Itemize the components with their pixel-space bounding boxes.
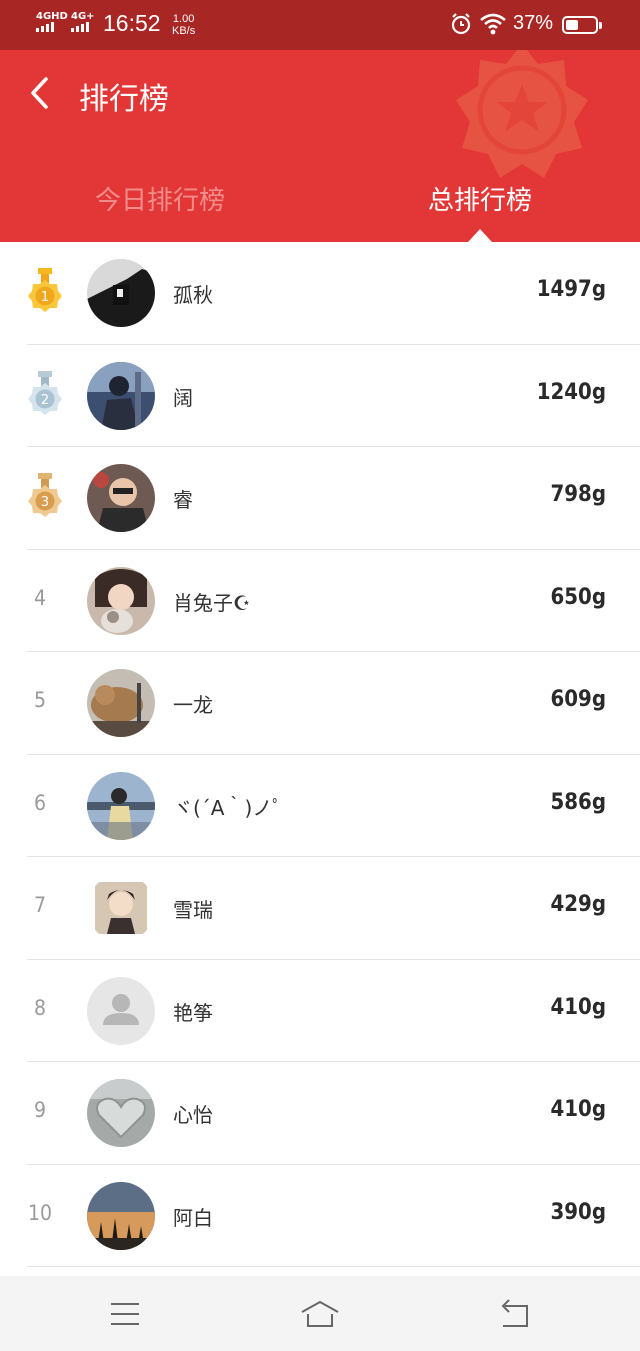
avatar[interactable] — [87, 464, 155, 532]
player-score: 1497g — [536, 277, 606, 302]
player-name: 孤秋 — [173, 283, 213, 307]
status-bar: 4GHD 4G+ 16:52 1.00 KB/s 37% — [0, 0, 640, 50]
player-score: 586g — [550, 789, 606, 815]
player-name: 雪瑞 — [173, 898, 213, 922]
wifi-icon — [480, 13, 506, 35]
tab-total-ranking[interactable]: 总排行榜 — [320, 180, 640, 217]
avatar[interactable] — [87, 1079, 155, 1147]
player-score: 798g — [550, 482, 606, 507]
network-speed: 1.00 KB/s — [172, 13, 195, 37]
clock: 16:52 — [103, 10, 161, 36]
back-icon[interactable] — [495, 1296, 535, 1332]
ranking-row[interactable]: 1 孤秋 1497g — [0, 242, 640, 345]
menu-icon[interactable] — [105, 1296, 145, 1332]
gold-medal-icon: 1 — [28, 268, 62, 312]
ranking-row[interactable]: 5 一龙 609g — [0, 652, 640, 755]
avatar[interactable] — [87, 976, 155, 1045]
avatar[interactable] — [87, 771, 155, 840]
player-score: 410g — [550, 1097, 606, 1122]
ranking-row[interactable]: 6 ヾ(´A｀)ノﾟ 586g — [0, 755, 640, 857]
ranking-row[interactable]: 2 阔 1240g — [0, 345, 640, 447]
player-score: 410g — [550, 994, 606, 1020]
player-score: 390g — [550, 1199, 606, 1225]
ranking-row[interactable]: 10 阿白 390g — [0, 1165, 640, 1267]
rank-number: 5 — [33, 688, 47, 712]
avatar[interactable] — [87, 259, 155, 327]
default-avatar-icon — [87, 976, 155, 1045]
avatar[interactable] — [87, 1181, 155, 1250]
player-score: 650g — [550, 584, 606, 610]
ranking-row[interactable]: 9 心怡 410g — [0, 1062, 640, 1165]
home-icon[interactable] — [300, 1296, 340, 1332]
page-title: 排行榜 — [79, 82, 169, 117]
ranking-list: 1 孤秋 1497g 2 阔 1240g 3 睿 798g 4 肖兔子☪ 650… — [0, 242, 640, 1267]
network-type-2: 4G+ — [71, 11, 95, 22]
bronze-medal-icon: 3 — [28, 473, 62, 517]
medal-rank-text: 2 — [41, 393, 49, 408]
rank-number: 4 — [33, 585, 47, 610]
network-speed-value: 1.00 — [172, 13, 195, 25]
system-navigation-bar — [0, 1276, 640, 1351]
avatar[interactable] — [87, 566, 155, 635]
player-score: 429g — [550, 892, 606, 917]
player-score: 1240g — [536, 379, 606, 405]
avatar[interactable] — [87, 669, 155, 737]
player-score: 609g — [550, 687, 606, 712]
rank-number: 10 — [27, 1200, 53, 1225]
alarm-icon — [451, 13, 471, 35]
avatar[interactable] — [87, 874, 155, 942]
row-divider — [27, 1266, 640, 1267]
player-name: 阿白 — [173, 1205, 213, 1230]
player-name: 心怡 — [173, 1103, 213, 1127]
ranking-row[interactable]: 3 睿 798g — [0, 447, 640, 550]
player-name: 肖兔子☪ — [173, 590, 251, 615]
active-tab-indicator — [468, 229, 492, 242]
network-speed-unit: KB/s — [172, 25, 196, 37]
network-type-1: 4GHD — [36, 11, 68, 22]
tab-bar: 今日排行榜 总排行榜 — [0, 170, 640, 242]
signal-strength-2-icon — [71, 22, 89, 32]
rank-number: 8 — [33, 995, 47, 1020]
medal-rank-text: 1 — [41, 290, 49, 305]
back-arrow-icon[interactable] — [28, 76, 52, 110]
signal-strength-1-icon — [36, 22, 54, 32]
ranking-row[interactable]: 4 肖兔子☪ 650g — [0, 550, 640, 652]
tab-today-ranking[interactable]: 今日排行榜 — [0, 180, 320, 217]
avatar[interactable] — [87, 361, 155, 430]
battery-percent: 37% — [513, 12, 554, 34]
silver-medal-icon: 2 — [28, 370, 62, 415]
header: 排行榜 今日排行榜 总排行榜 — [0, 50, 640, 242]
rank-number: 7 — [33, 893, 47, 917]
rank-number: 6 — [33, 790, 47, 815]
player-name: ヾ(´A｀)ノﾟ — [173, 795, 283, 820]
battery-icon — [562, 16, 602, 34]
player-name: 阔 — [173, 385, 193, 410]
medal-rank-text: 3 — [41, 495, 49, 510]
ranking-row[interactable]: 8 艳筝 410g — [0, 960, 640, 1062]
player-name: 艳筝 — [173, 1000, 213, 1025]
star-badge-icon — [456, 50, 588, 178]
player-name: 一龙 — [173, 693, 213, 717]
rank-number: 9 — [33, 1098, 47, 1122]
player-name: 睿 — [173, 488, 193, 512]
ranking-row[interactable]: 7 雪瑞 429g — [0, 857, 640, 960]
